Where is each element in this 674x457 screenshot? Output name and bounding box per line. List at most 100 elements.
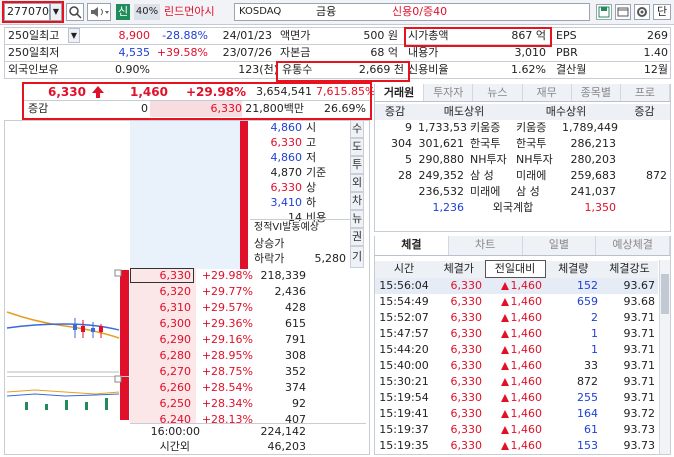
- trade-strength: 93.73: [623, 439, 656, 452]
- tab-program[interactable]: 프로: [620, 84, 671, 101]
- gear-icon[interactable]: [634, 4, 650, 20]
- ask-price[interactable]: 6,280: [130, 348, 194, 364]
- trade-qty: 2: [591, 311, 598, 324]
- ask-table: 6,330 +29.98% 218,339 6,320 +29.77% 2,436…: [130, 268, 366, 428]
- trade-row[interactable]: 15:44:20 6,330 1,460 1 93.71: [375, 342, 658, 358]
- side-tab-sell[interactable]: 수: [350, 120, 364, 138]
- search-icon[interactable]: [66, 3, 84, 21]
- credit-label: 신용0/증40: [392, 5, 448, 18]
- broker-buy-name[interactable]: 키움증: [513, 120, 559, 136]
- trade-row[interactable]: 15:19:41 6,330 1,460 164 93.72: [375, 406, 658, 422]
- side-tab-base[interactable]: 기: [350, 246, 364, 268]
- trades-scrollbar[interactable]: [659, 260, 670, 454]
- broker-row[interactable]: 304 301,621 한국투 한국투 286,213: [375, 136, 670, 152]
- broker-sell-name[interactable]: 키움증: [467, 120, 513, 136]
- broker-buy-name[interactable]: 한국투: [513, 136, 559, 152]
- trade-strength: 93.68: [623, 295, 656, 308]
- ask-row[interactable]: 6,290 +29.16% 791: [130, 332, 366, 348]
- single-button[interactable]: 단: [653, 4, 671, 20]
- broker-buy-name[interactable]: 미래에: [513, 168, 559, 184]
- trade-time: 15:30:21: [379, 375, 429, 388]
- broker-row[interactable]: 9 1,733,531 키움증 키움증 1,789,449: [375, 120, 670, 136]
- broker-row[interactable]: 5 290,880 NH투자 NH투자 280,203: [375, 152, 670, 168]
- ask-price[interactable]: 6,300: [130, 316, 194, 332]
- tab-executions[interactable]: 체결: [375, 236, 449, 255]
- ask-row[interactable]: 6,310 +29.57% 428: [130, 300, 366, 316]
- side-tab-invest[interactable]: 투: [350, 156, 364, 174]
- trade-row[interactable]: 15:54:49 6,330 1,460 659 93.68: [375, 294, 658, 310]
- ask-qty: 615: [285, 317, 306, 330]
- trade-change: 1,460: [485, 294, 545, 310]
- intrinsic-value: 3,010: [514, 46, 547, 59]
- static-vi-upper-label: 상승가: [254, 237, 285, 250]
- tab-by-stock[interactable]: 종목별: [571, 84, 621, 101]
- info-dropdown-button[interactable]: ▼: [68, 28, 80, 43]
- ask-price[interactable]: 6,310: [130, 300, 194, 316]
- trade-row[interactable]: 15:19:37 6,330 1,460 61 93.73: [375, 422, 658, 438]
- ask-row[interactable]: 6,320 +29.77% 2,436: [130, 284, 366, 300]
- broker-sell-name[interactable]: 미래에: [467, 184, 513, 200]
- trade-row[interactable]: 15:47:57 6,330 1,460 1 93.71: [375, 326, 658, 342]
- broker-buy-volume: 286,213: [570, 137, 617, 150]
- side-tab-rights[interactable]: 권: [350, 228, 364, 246]
- trade-change: 1,460: [485, 310, 545, 326]
- ask-row[interactable]: 6,260 +28.54% 374: [130, 380, 366, 396]
- tab-daily[interactable]: 일별: [522, 236, 597, 255]
- broker-sell-name[interactable]: 한국투: [467, 136, 513, 152]
- tab-expected[interactable]: 예상체결: [596, 236, 670, 255]
- fiscal-month-value: 12월: [643, 63, 668, 76]
- broker-sell-name[interactable]: NH투자: [467, 152, 513, 168]
- broker-buy-name[interactable]: NH투자: [513, 152, 559, 168]
- code-dropdown-button[interactable]: ▼: [50, 3, 62, 21]
- ask-price[interactable]: 6,290: [130, 332, 194, 348]
- tab-chart[interactable]: 차트: [448, 236, 523, 255]
- broker-sell-name[interactable]: 삼 성: [467, 168, 513, 184]
- ask-price[interactable]: 6,250: [130, 396, 194, 412]
- trade-time: 15:19:41: [379, 407, 429, 420]
- broker-buy-name[interactable]: 삼 성: [513, 184, 559, 200]
- ask-price[interactable]: 6,270: [130, 364, 194, 380]
- ask-row[interactable]: 6,300 +29.36% 615: [130, 316, 366, 332]
- up-arrow-icon: [500, 362, 509, 370]
- lower-limit-label: 하: [306, 196, 317, 209]
- tab-news[interactable]: 뉴스: [473, 84, 523, 101]
- trade-row[interactable]: 15:30:21 6,330 1,460 872 93.71: [375, 374, 658, 390]
- ask-rate: +29.57%: [201, 301, 253, 314]
- side-tab-do[interactable]: 도: [350, 138, 364, 156]
- ask-price[interactable]: 6,320: [130, 284, 194, 300]
- ask-price[interactable]: 6,260: [130, 380, 194, 396]
- trade-row[interactable]: 15:40:00 6,330 1,460 33 93.71: [375, 358, 658, 374]
- stock-code-input[interactable]: 277070: [4, 3, 50, 21]
- ask-rate: +29.98%: [201, 269, 253, 282]
- low250-value: 4,535: [118, 46, 151, 59]
- trade-row[interactable]: 15:52:07 6,330 1,460 2 93.71: [375, 310, 658, 326]
- broker-row[interactable]: 28 249,352 삼 성 미래에 259,683 872: [375, 168, 670, 184]
- ask-qty: 308: [285, 349, 306, 362]
- speaker-icon[interactable]: [87, 3, 111, 21]
- trade-qty: 872: [577, 375, 598, 388]
- tab-investor[interactable]: 투자자: [424, 84, 474, 101]
- broker-row[interactable]: 236,532 미래에 삼 성 241,037: [375, 184, 670, 200]
- trade-change: 1,460: [485, 278, 545, 295]
- tab-broker[interactable]: 거래원: [375, 84, 425, 101]
- side-tab-chart[interactable]: 차: [350, 192, 364, 210]
- window-icon[interactable]: [615, 4, 631, 20]
- trade-change-value: 1,460: [510, 311, 543, 324]
- tab-finance[interactable]: 재무: [522, 84, 572, 101]
- ask-row[interactable]: 6,250 +28.34% 92: [130, 396, 366, 412]
- ask-row[interactable]: 6,280 +28.95% 308: [130, 348, 366, 364]
- static-vi-title: 정적VI발동예상: [254, 222, 319, 233]
- trade-row[interactable]: 15:19:54 6,330 1,460 255 93.71: [375, 390, 658, 406]
- ask-row[interactable]: 6,270 +28.75% 352: [130, 364, 366, 380]
- side-tab-foreign[interactable]: 외: [350, 174, 364, 192]
- broker-buy-change: 872: [646, 169, 668, 182]
- side-tab-news[interactable]: 뉴: [350, 210, 364, 228]
- trade-row[interactable]: 15:19:35 6,330 1,460 153 93.73: [375, 438, 658, 454]
- trade-row[interactable]: 15:56:04 6,330 1,460 152 93.67: [375, 277, 658, 295]
- trades-header-change[interactable]: 전일대비: [484, 260, 546, 278]
- ask-qty: 352: [285, 365, 306, 378]
- trade-qty: 33: [584, 359, 598, 372]
- save-icon[interactable]: [596, 4, 612, 20]
- broker-header-sell: 매도상위: [443, 105, 485, 118]
- broker-sell-volume: 1,733,531: [418, 121, 467, 134]
